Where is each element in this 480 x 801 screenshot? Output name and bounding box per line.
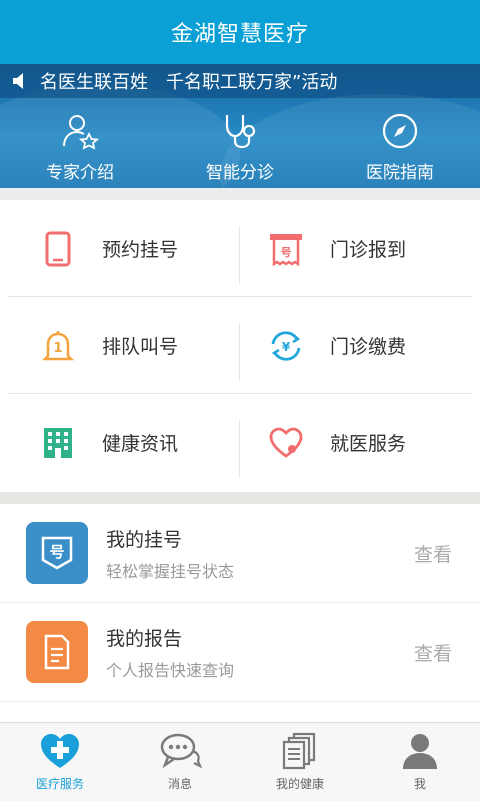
- ticket-icon: 号: [270, 233, 302, 266]
- stethoscope-icon: [225, 115, 256, 149]
- quick-item-triage[interactable]: 智能分诊: [160, 108, 320, 188]
- quick-item-guide[interactable]: 医院指南: [320, 108, 480, 188]
- grid-label-booking: 预约挂号: [102, 239, 179, 261]
- svg-text:¥: ¥: [282, 340, 291, 354]
- tab-my-health[interactable]: 我的健康: [240, 723, 360, 801]
- quick-links: 专家介绍 智能分诊 医院指南: [0, 108, 480, 188]
- grid-label-news: 健康资讯: [102, 433, 179, 455]
- grid-item-service[interactable]: 就医服务: [240, 394, 480, 491]
- vertical-divider: [239, 323, 240, 381]
- svg-text:1: 1: [53, 341, 62, 356]
- svg-text:号: 号: [281, 246, 292, 259]
- report-document-icon: [26, 621, 88, 683]
- vertical-divider: [239, 226, 240, 284]
- tab-label: 我: [413, 777, 426, 791]
- card-my-registration[interactable]: 号 我的挂号 轻松掌握挂号状态 查看: [0, 504, 480, 603]
- quick-label-triage: 智能分诊: [206, 163, 274, 183]
- grid-label-payment: 门诊缴费: [330, 336, 407, 358]
- card-my-report[interactable]: 我的报告 个人报告快速查询 查看: [0, 603, 480, 702]
- card-subtitle: 轻松掌握挂号状态: [106, 561, 235, 581]
- tab-me[interactable]: 我: [360, 723, 480, 801]
- quick-label-guide: 医院指南: [366, 163, 434, 183]
- bottom-tab-bar: 医疗服务 消息 我的健康 我: [0, 722, 480, 801]
- tab-medical-service[interactable]: 医疗服务: [0, 723, 120, 801]
- grid-row: 预约挂号 号 门诊报到: [0, 200, 480, 297]
- card-subtitle: 个人报告快速查询: [106, 660, 235, 680]
- bell-icon: 1: [41, 330, 75, 360]
- section-divider: [0, 492, 480, 504]
- user-icon: [403, 734, 437, 769]
- grid-label-service: 就医服务: [330, 433, 407, 455]
- notice-text: 名医生联百姓 千名职工联万家”活动: [40, 72, 338, 93]
- card-title: 我的挂号: [106, 528, 183, 551]
- my-records: 号 我的挂号 轻松掌握挂号状态 查看 我的报告 个人报告快速查询 查看: [0, 504, 480, 720]
- grid-label-queue: 排队叫号: [102, 336, 179, 358]
- grid-row: 健康资讯 就医服务: [0, 394, 480, 491]
- vertical-divider: [239, 420, 240, 478]
- medical-cross-heart-icon: [41, 734, 79, 768]
- tab-messages[interactable]: 消息: [120, 723, 240, 801]
- service-grid: 预约挂号 号 门诊报到 1 排队叫号 ¥ 门诊缴费 健康资讯 就医服务: [0, 200, 480, 492]
- card-title: 我的报告: [106, 627, 183, 650]
- document-icon: [44, 634, 70, 670]
- quick-label-expert: 专家介绍: [46, 163, 114, 183]
- section-divider: [0, 188, 480, 200]
- svg-text:号: 号: [49, 543, 64, 561]
- tab-label: 医疗服务: [35, 777, 84, 791]
- grid-item-booking[interactable]: 预约挂号: [0, 200, 240, 297]
- compass-icon: [382, 113, 418, 149]
- grid-item-news[interactable]: 健康资讯: [0, 394, 240, 491]
- documents-icon: [282, 732, 316, 770]
- view-button[interactable]: 查看: [414, 639, 452, 666]
- grid-item-payment[interactable]: ¥ 门诊缴费: [240, 297, 480, 394]
- grid-label-checkin: 门诊报到: [330, 239, 407, 261]
- view-button[interactable]: 查看: [414, 540, 452, 567]
- page-title: 金湖智慧医疗: [170, 22, 309, 47]
- card-text: 我的挂号 轻松掌握挂号状态: [106, 525, 234, 582]
- card-text: 我的报告 个人报告快速查询: [106, 624, 234, 681]
- speaker-icon: [13, 73, 23, 89]
- registration-shield-icon: 号: [41, 536, 73, 570]
- grid-row: 1 排队叫号 ¥ 门诊缴费: [0, 297, 480, 394]
- building-icon: [44, 427, 72, 458]
- quick-item-expert[interactable]: 专家介绍: [0, 108, 160, 188]
- tab-label: 消息: [167, 777, 192, 791]
- notice-bar[interactable]: 名医生联百姓 千名职工联万家”活动: [0, 64, 480, 98]
- chat-bubble-icon: [160, 733, 202, 769]
- grid-item-queue[interactable]: 1 排队叫号: [0, 297, 240, 394]
- heart-icon: [269, 427, 303, 458]
- grid-item-checkin[interactable]: 号 门诊报到: [240, 200, 480, 297]
- tab-label: 我的健康: [275, 777, 324, 791]
- yuan-refresh-icon: ¥: [271, 330, 301, 361]
- phone-booking-icon: [45, 231, 71, 266]
- banner: 名医生联百姓 千名职工联万家”活动 专家介绍 智能分诊 医院指南: [0, 64, 480, 188]
- header-bar: 金湖智慧医疗: [0, 0, 480, 64]
- expert-star-icon: [63, 115, 99, 150]
- registration-badge-icon: 号: [26, 522, 88, 584]
